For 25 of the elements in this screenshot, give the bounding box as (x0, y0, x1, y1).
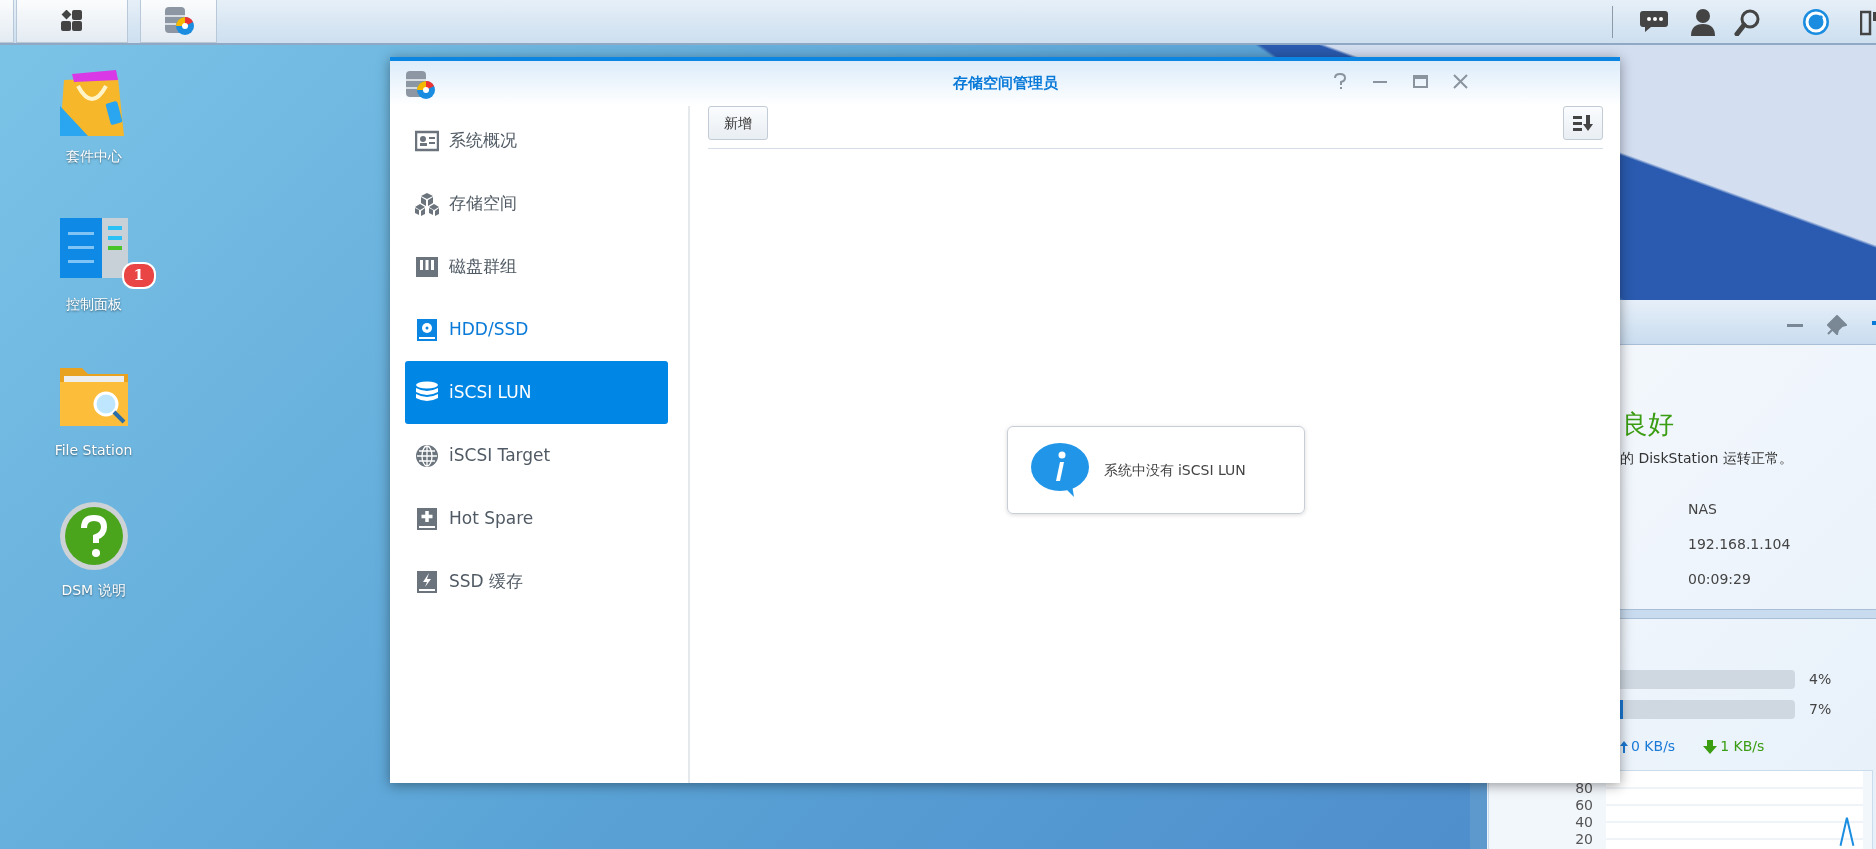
sidebar-item[interactable]: Hot Spare (405, 487, 668, 550)
add-button[interactable]: 新增 (708, 106, 768, 140)
empty-message: 系统中没有 iSCSI LUN (1103, 460, 1246, 480)
sidebar-item[interactable]: HDD/SSD (405, 298, 668, 361)
axis-tick-label: 80 (1575, 780, 1593, 796)
sidebar-item[interactable]: 系统概况 (405, 109, 668, 172)
sidebar-item[interactable]: iSCSI Target (405, 424, 668, 487)
usage-reading: 7% (1809, 699, 1832, 719)
usage-reading: 4% (1809, 669, 1832, 689)
info-value: NAS (1687, 500, 1718, 520)
info-value: 192.168.1.104 (1687, 535, 1792, 555)
sidebar-item[interactable]: SSD 缓存 (405, 550, 668, 613)
download-rate: 1 KB/s (1720, 737, 1765, 757)
info-value: 00:09:29 (1687, 570, 1752, 590)
health-status: 良好 (1621, 409, 1675, 441)
sidebar-item[interactable]: 磁盘群组 (405, 235, 668, 298)
sidebar-item[interactable]: iSCSI LUN (405, 361, 668, 424)
sidebar-item[interactable]: 存储空间 (405, 172, 668, 235)
axis-tick-label: 40 (1575, 814, 1593, 830)
window-title: 存储空间管理员 (952, 73, 1058, 95)
upload-rate: 0 KB/s (1631, 737, 1676, 757)
status-message: 的 DiskStation 运转正常。 (1619, 449, 1794, 469)
axis-tick-label: 60 (1575, 797, 1593, 813)
axis-tick-label: 20 (1575, 831, 1593, 847)
notification-badge: 1 (121, 262, 156, 289)
